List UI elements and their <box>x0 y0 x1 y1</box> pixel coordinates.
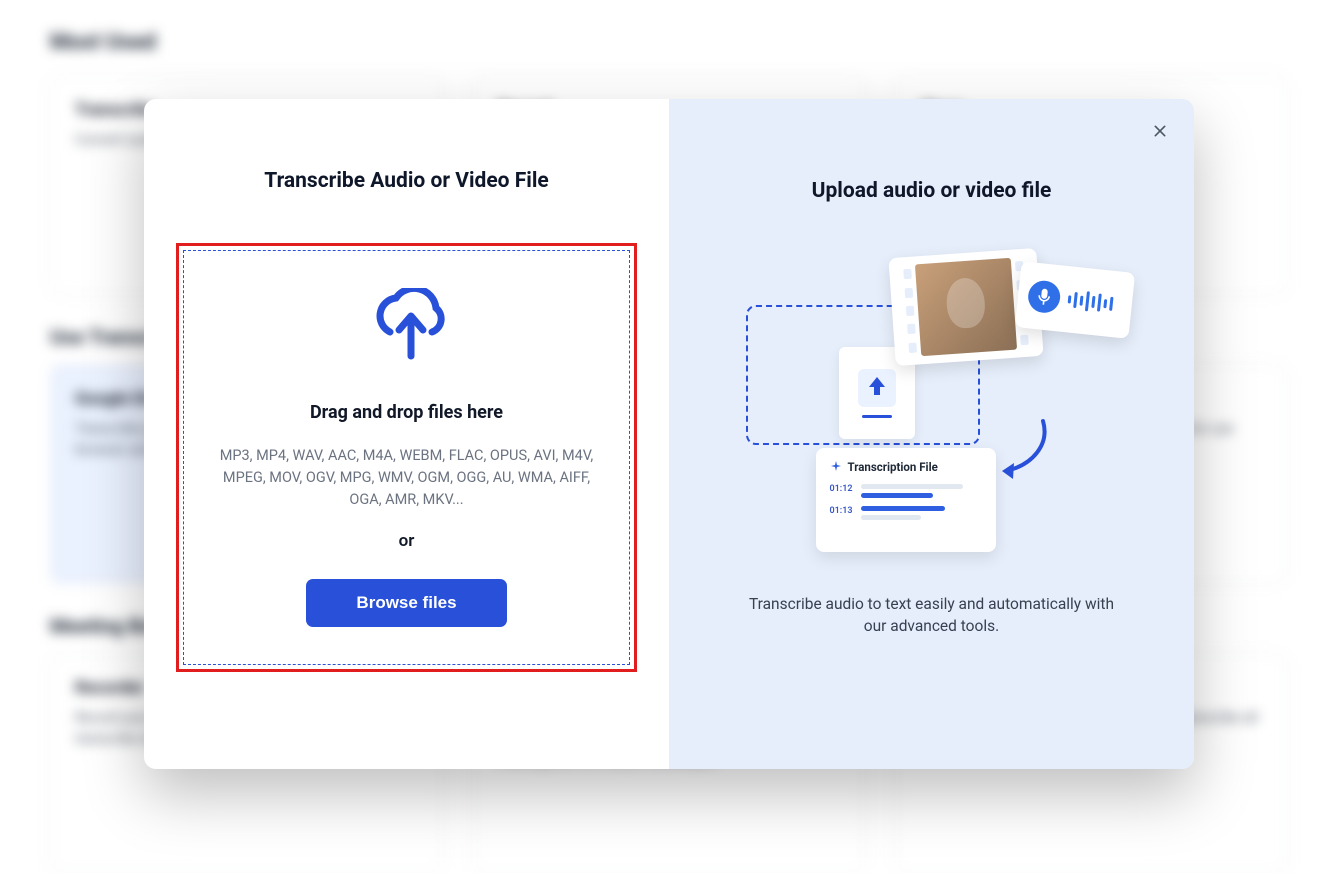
upload-illustration: Transcription File 01:12 01:13 <box>742 253 1122 563</box>
transcription-file-label: Transcription File <box>848 460 938 474</box>
microphone-icon <box>1026 279 1061 314</box>
cloud-upload-icon <box>366 288 448 368</box>
sparkle-icon <box>830 461 842 473</box>
modal-title: Transcribe Audio or Video File <box>264 169 549 193</box>
upload-arrow-icon <box>867 377 887 399</box>
transcription-timestamp: 01:12 <box>830 484 853 494</box>
modal-right-pane: Upload audio or video file <box>669 99 1194 769</box>
close-button[interactable] <box>1146 117 1174 145</box>
right-pane-description: Transcribe audio to text easily and auto… <box>742 593 1122 638</box>
supported-formats: MP3, MP4, WAV, AAC, M4A, WEBM, FLAC, OPU… <box>212 445 601 510</box>
illustration-audio-card <box>1014 261 1134 339</box>
close-icon <box>1152 123 1168 139</box>
upload-modal: Transcribe Audio or Video File Drag and … <box>144 99 1194 769</box>
modal-overlay: Transcribe Audio or Video File Drag and … <box>0 0 1338 868</box>
modal-left-pane: Transcribe Audio or Video File Drag and … <box>144 99 669 769</box>
illustration-transcription-card: Transcription File 01:12 01:13 <box>816 448 996 552</box>
file-drop-zone[interactable]: Drag and drop files here MP3, MP4, WAV, … <box>183 250 630 665</box>
or-separator: or <box>399 531 415 551</box>
waveform-icon <box>1066 289 1113 314</box>
transcription-timestamp: 01:13 <box>830 506 853 516</box>
browse-files-button[interactable]: Browse files <box>306 579 506 627</box>
highlight-box: Drag and drop files here MP3, MP4, WAV, … <box>176 243 637 672</box>
drop-zone-title: Drag and drop files here <box>310 402 503 423</box>
curved-arrow-icon <box>998 417 1058 487</box>
right-pane-title: Upload audio or video file <box>812 179 1052 203</box>
